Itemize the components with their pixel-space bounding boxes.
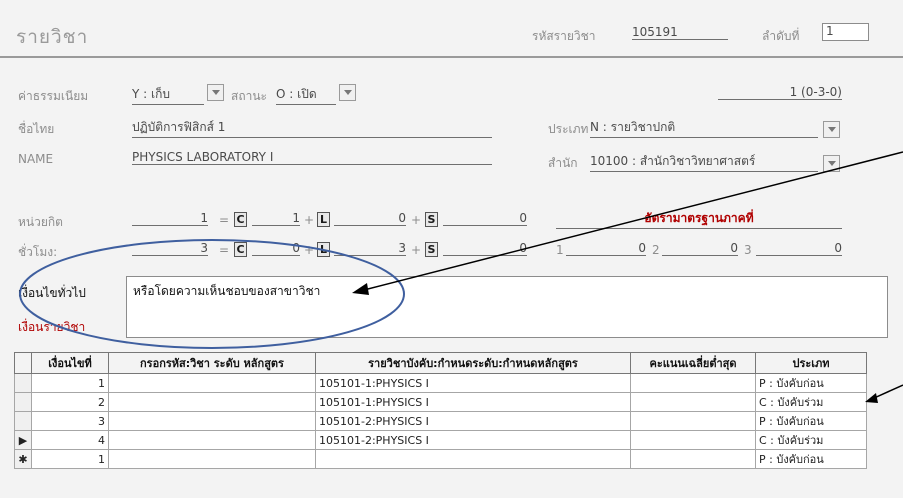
annotation-overlay (19, 151, 903, 403)
arrow-head-1 (352, 283, 369, 295)
highlight-ellipse (19, 239, 405, 349)
arrow-head-2 (865, 393, 878, 403)
arrow-line-1 (359, 151, 903, 292)
course-form-window: รายวิชา รหัสรายวิชา 105191 ลำดับที่ 1 ค่… (0, 0, 903, 498)
